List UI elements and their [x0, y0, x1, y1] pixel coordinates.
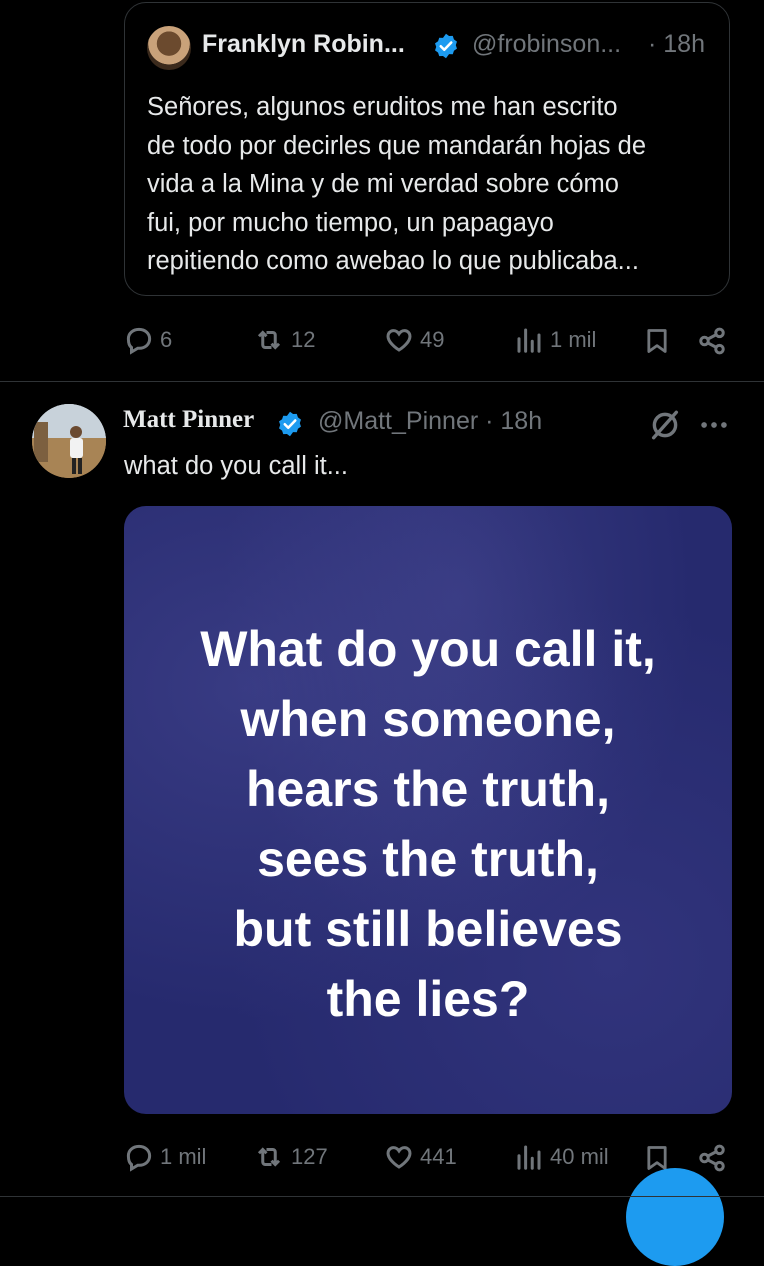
heart-icon: [386, 329, 412, 352]
repost-count: 127: [291, 1144, 328, 1169]
avatar-photo: [32, 404, 106, 478]
like-count: 49: [420, 327, 445, 352]
separator-dot: ·: [485, 407, 494, 435]
author-name[interactable]: Matt Pinner: [123, 406, 254, 434]
reply-icon: [126, 327, 152, 355]
heart-icon: [386, 1146, 412, 1169]
like-button[interactable]: 441: [384, 1142, 457, 1172]
repost-icon: [257, 330, 281, 350]
image-caption-text: What do you call it, when someone, hears…: [200, 621, 656, 1027]
verified-badge-icon: [279, 411, 301, 437]
repost-icon: [257, 1147, 281, 1167]
views-icon: [517, 328, 541, 353]
verified-badge-icon: [435, 33, 457, 59]
like-button[interactable]: 49: [384, 325, 444, 355]
views-button[interactable]: 40 mil: [514, 1142, 609, 1172]
bookmark-icon[interactable]: [643, 326, 671, 356]
post-text: what do you call it...: [124, 452, 348, 480]
quoted-author-handle[interactable]: @frobinson...: [472, 30, 621, 59]
share-icon[interactable]: [697, 326, 727, 356]
author-avatar[interactable]: [32, 404, 106, 478]
reply-button[interactable]: 1 mil: [124, 1142, 206, 1172]
reply-count: 1 mil: [160, 1144, 207, 1169]
quoted-author-name[interactable]: Franklyn Robin...: [202, 30, 405, 59]
share-icon[interactable]: [697, 1143, 727, 1173]
reply-button[interactable]: 6: [124, 325, 172, 355]
views-count: 40 mil: [550, 1144, 609, 1169]
compose-button[interactable]: [626, 1168, 724, 1266]
views-icon: [517, 1145, 541, 1170]
author-handle-and-time[interactable]: @Matt_Pinner · 18h: [318, 407, 542, 436]
repost-button[interactable]: 127: [253, 1142, 328, 1172]
separator-dot: ·: [648, 30, 657, 58]
reply-icon: [126, 1144, 152, 1172]
quoted-author-avatar[interactable]: [147, 26, 191, 70]
post-divider: [0, 381, 764, 382]
post-image[interactable]: What do you call it, when someone, hears…: [124, 506, 732, 1114]
post-divider: [0, 1196, 764, 1197]
repost-button[interactable]: 12: [253, 325, 315, 355]
timestamp: 18h: [500, 407, 543, 435]
repost-count: 12: [291, 327, 316, 352]
author-handle: @Matt_Pinner: [318, 407, 479, 435]
views-button[interactable]: 1 mil: [514, 325, 596, 355]
quoted-post-time[interactable]: · 18h: [648, 30, 705, 59]
views-count: 1 mil: [550, 327, 597, 352]
quoted-post-text: Señores, algunos eruditos me han escrito…: [147, 93, 647, 275]
timestamp: 18h: [663, 30, 705, 58]
reply-count: 6: [160, 327, 173, 352]
more-icon[interactable]: [697, 408, 731, 442]
like-count: 441: [420, 1144, 457, 1169]
grok-icon[interactable]: [648, 408, 682, 442]
